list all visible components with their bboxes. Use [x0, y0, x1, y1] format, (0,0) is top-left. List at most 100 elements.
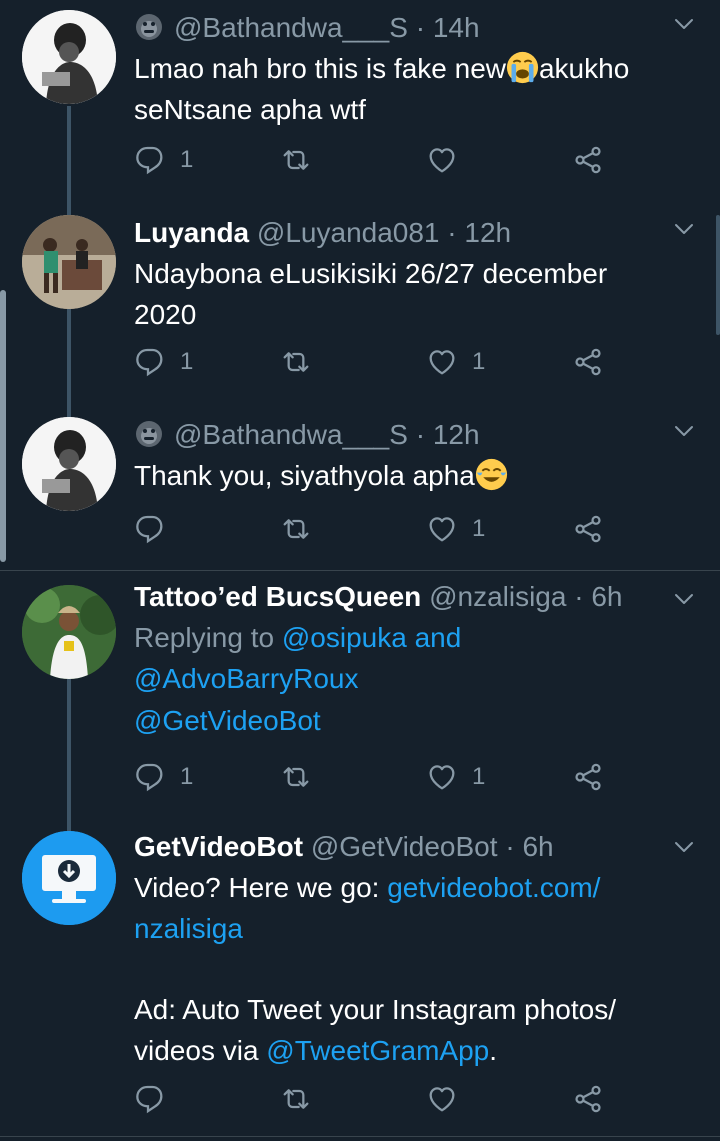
- like-count: 1: [472, 763, 486, 790]
- heart-icon: [426, 346, 458, 378]
- retweet-icon: [280, 761, 312, 793]
- share-button[interactable]: [572, 140, 604, 180]
- user-handle[interactable]: @Bathandwa___S: [174, 419, 408, 450]
- thread-line: [67, 205, 71, 215]
- reply-user-link[interactable]: @osipuka: [282, 622, 407, 653]
- tweet-1[interactable]: @Bathandwa___S · 14h Lmao nah bro this i…: [0, 0, 720, 205]
- timestamp[interactable]: 12h: [464, 217, 511, 248]
- tweet-2[interactable]: Luyanda @Luyanda081 · 12h Ndaybona eLusi…: [0, 205, 720, 405]
- gorilla-icon: [134, 419, 164, 449]
- avatar[interactable]: [22, 215, 116, 309]
- mention-link[interactable]: @TweetGramApp: [266, 1035, 489, 1066]
- share-icon: [572, 513, 604, 545]
- gorilla-icon: [134, 12, 164, 42]
- like-button[interactable]: 1: [426, 509, 485, 549]
- avatar[interactable]: [22, 585, 116, 679]
- like-button[interactable]: 1: [426, 342, 485, 382]
- like-button[interactable]: [426, 140, 472, 180]
- reply-button[interactable]: 1: [134, 342, 193, 382]
- chevron-down-icon[interactable]: [672, 12, 696, 36]
- reply-button[interactable]: [134, 1079, 180, 1119]
- separator: ·: [447, 217, 457, 248]
- reply-icon: [134, 144, 166, 176]
- thread-line: [67, 106, 71, 205]
- share-icon: [572, 346, 604, 378]
- share-button[interactable]: [572, 757, 604, 797]
- heart-icon: [426, 1083, 458, 1115]
- tweet-actions: 1 1: [134, 342, 604, 382]
- chevron-down-icon[interactable]: [672, 587, 696, 611]
- divider: [0, 1136, 720, 1137]
- retweet-button[interactable]: [280, 140, 326, 180]
- user-handle[interactable]: @nzalisiga: [429, 581, 566, 612]
- reply-count: 1: [180, 348, 194, 375]
- chevron-down-icon[interactable]: [672, 217, 696, 241]
- share-icon: [572, 761, 604, 793]
- user-handle[interactable]: @GetVideoBot: [311, 831, 498, 862]
- tweet-3[interactable]: @Bathandwa___S · 12h Thank you, siyathyo…: [0, 405, 720, 565]
- heart-icon: [426, 513, 458, 545]
- reply-button[interactable]: 1: [134, 140, 193, 180]
- tweet-4[interactable]: Tattoo’ed BucsQueen @nzalisiga · 6h Repl…: [0, 571, 720, 821]
- retweet-icon: [280, 1083, 312, 1115]
- like-count: 1: [472, 348, 486, 375]
- separator: ·: [415, 419, 426, 450]
- share-button[interactable]: [572, 509, 604, 549]
- user-handle[interactable]: @Bathandwa___S: [174, 12, 408, 43]
- retweet-icon: [280, 513, 312, 545]
- retweet-button[interactable]: [280, 757, 326, 797]
- share-button[interactable]: [572, 342, 604, 382]
- like-count: 1: [472, 515, 486, 542]
- timestamp[interactable]: 12h: [433, 419, 480, 450]
- reply-icon: [134, 513, 166, 545]
- mention-link[interactable]: @GetVideoBot: [134, 705, 321, 736]
- ad-text-end: .: [489, 1035, 498, 1066]
- chevron-down-icon[interactable]: [672, 419, 696, 443]
- ad-text: Ad: Auto Tweet your Instagram photos/ vi…: [134, 989, 672, 1071]
- reply-button[interactable]: [134, 509, 180, 549]
- tweet-text: Lmao nah bro this is fake new akukho seNt…: [134, 48, 672, 130]
- tweet-text: Video? Here we go: getvideobot.com/ nzal…: [134, 867, 672, 949]
- display-name[interactable]: GetVideoBot: [134, 831, 303, 862]
- tweet-text: @GetVideoBot: [134, 700, 672, 741]
- like-button[interactable]: 1: [426, 757, 485, 797]
- timestamp[interactable]: 14h: [433, 12, 480, 43]
- loudly-crying-face-icon: [506, 51, 539, 84]
- tweet-actions: [134, 1079, 604, 1119]
- timestamp[interactable]: 6h: [522, 831, 553, 862]
- separator: ·: [574, 581, 584, 612]
- tweet-header: Luyanda @Luyanda081 · 12h: [134, 215, 672, 251]
- tweet-text: Thank you, siyathyola apha: [134, 455, 672, 496]
- user-handle[interactable]: @Luyanda081: [257, 217, 440, 248]
- display-name[interactable]: Luyanda: [134, 217, 249, 248]
- tweet-text-part: Lmao nah bro this is fake new: [134, 53, 506, 84]
- share-button[interactable]: [572, 1079, 604, 1119]
- reply-count: 1: [180, 763, 194, 790]
- like-button[interactable]: [426, 1079, 472, 1119]
- timestamp[interactable]: 6h: [591, 581, 622, 612]
- tweet-text: Ndaybona eLusikisiki 26/27 december 2020: [134, 258, 608, 330]
- tweet-text-part: Video? Here we go:: [134, 872, 380, 903]
- retweet-button[interactable]: [280, 1079, 326, 1119]
- display-name[interactable]: Tattoo’ed BucsQueen: [134, 581, 421, 612]
- retweet-button[interactable]: [280, 509, 326, 549]
- replying-to: Replying to @osipuka and @AdvoBarryRoux: [134, 617, 672, 699]
- reply-count: 1: [180, 146, 194, 173]
- face-with-tears-of-joy-icon: [475, 458, 507, 491]
- tweet-5[interactable]: GetVideoBot @GetVideoBot · 6h Video? Her…: [0, 821, 720, 1131]
- avatar[interactable]: [22, 831, 116, 925]
- retweet-button[interactable]: [280, 342, 326, 382]
- reply-icon: [134, 1083, 166, 1115]
- tweet-actions: 1 1: [134, 757, 604, 797]
- thread-line: [67, 309, 71, 405]
- thread-line: [67, 405, 71, 417]
- reply-user-link[interactable]: @AdvoBarryRoux: [134, 663, 359, 694]
- avatar[interactable]: [22, 10, 116, 104]
- reply-icon: [134, 346, 166, 378]
- thread-line: [67, 679, 71, 821]
- reply-button[interactable]: 1: [134, 757, 193, 797]
- avatar[interactable]: [22, 417, 116, 511]
- tweet-actions: 1: [134, 140, 604, 180]
- chevron-down-icon[interactable]: [672, 835, 696, 859]
- share-icon: [572, 144, 604, 176]
